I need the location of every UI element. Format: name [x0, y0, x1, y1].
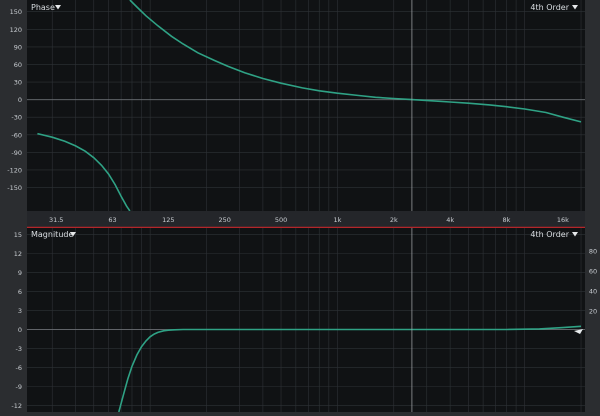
phase-y-tick-label: 150	[10, 8, 22, 16]
magnitude-y-tick-label: -6	[16, 364, 22, 372]
frequency-tick-label: 4k	[446, 216, 454, 224]
magnitude-y-tick-label: -3	[16, 345, 22, 353]
frequency-tick-label: 63	[108, 216, 116, 224]
magnitude-y-tick-label: 12	[14, 250, 22, 258]
magnitude-plot-area[interactable]	[27, 228, 585, 412]
frequency-tick-label: 500	[275, 216, 287, 224]
magnitude-right-axis: 80 60 40 20	[589, 248, 597, 316]
magnitude-y-tick-label: 3	[18, 307, 22, 315]
phase-title: Phase	[31, 3, 55, 12]
magnitude-order-label: 4th Order	[530, 230, 569, 239]
magnitude-y-tick-label: 15	[14, 231, 22, 239]
phase-y-tick-label: 0	[18, 96, 22, 104]
frequency-tick-label: 1k	[333, 216, 341, 224]
frequency-tick-label: 16k	[557, 216, 569, 224]
magnitude-title: Magnitude	[31, 230, 73, 239]
frequency-tick-label: 8k	[503, 216, 511, 224]
phase-order-label: 4th Order	[530, 3, 569, 12]
phase-y-tick-label: -90	[11, 149, 22, 157]
right-axis-tick-label: 20	[589, 308, 597, 316]
magnitude-y-tick-label: 9	[18, 269, 22, 277]
eq-analyzer-window: 150 120 90 60 30 0 -30 -60 -90 -120 -150 31.5 63 125…	[0, 0, 600, 413]
right-axis-tick-label: 40	[589, 288, 597, 296]
phase-y-tick-label: 120	[10, 26, 22, 34]
magnitude-y-axis: 15 12 9 6 3 0 -3 -6 -9 -12	[11, 231, 22, 410]
phase-y-axis: 150 120 90 60 30 0 -30 -60 -90 -120 -150	[7, 8, 22, 192]
eq-analyzer-canvas: 1501209060300-30-60-90-120-150 31.5 63 125…	[7, 0, 597, 413]
phase-y-tick-label: 60	[14, 61, 22, 69]
frequency-tick-label: 250	[218, 216, 230, 224]
right-axis-tick-label: 60	[589, 268, 597, 276]
phase-y-tick-label: -150	[7, 184, 22, 192]
phase-y-tick-label: -120	[7, 166, 22, 174]
phase-y-tick-label: 30	[14, 79, 22, 87]
magnitude-view-dropdown[interactable]: Magnitude	[31, 230, 76, 239]
magnitude-y-tick-label: 6	[18, 288, 22, 296]
magnitude-y-tick-label: -12	[11, 402, 22, 410]
right-axis-tick-label: 80	[589, 248, 597, 256]
frequency-tick-label: 2k	[390, 216, 398, 224]
magnitude-y-tick-label: -9	[16, 383, 22, 391]
frequency-tick-label: 125	[162, 216, 174, 224]
frequency-tick-label: 31.5	[49, 216, 63, 224]
magnitude-y-tick-label: 0	[18, 326, 22, 334]
phase-y-tick-label: -60	[11, 131, 22, 139]
phase-y-tick-label: -30	[11, 114, 22, 122]
phase-y-tick-label: 90	[14, 43, 22, 51]
